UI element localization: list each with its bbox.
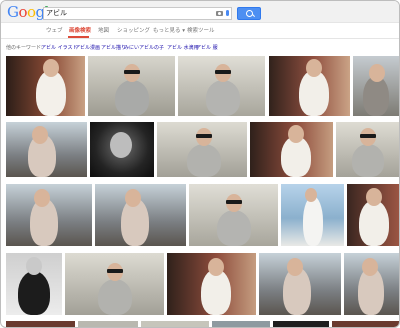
person-shirt bbox=[115, 80, 149, 116]
related-link[interactable]: アビル描り bbox=[101, 43, 126, 53]
person-shirt bbox=[352, 144, 384, 177]
logo-letter: o bbox=[27, 3, 36, 21]
related-link[interactable]: アビル イラスト bbox=[41, 43, 78, 53]
sunglasses bbox=[215, 70, 231, 74]
person-shirt bbox=[359, 200, 389, 246]
logo-letter: G bbox=[7, 3, 19, 21]
person-face bbox=[32, 126, 48, 144]
search-tabs: ウェブ 画像検索 地図 ショッピング もっと見る ▾ 検索ツール bbox=[1, 24, 399, 39]
browser-window: Google ウェブ 画像検索 地図 ショッピング もっと見る ▾ 検索ツール … bbox=[0, 0, 400, 328]
image-thumbnail[interactable] bbox=[259, 253, 341, 315]
mic-icon[interactable] bbox=[226, 10, 229, 16]
related-link[interactable]: みにいアビルの子 bbox=[124, 43, 164, 53]
person-face bbox=[208, 258, 224, 276]
sunglasses bbox=[226, 200, 242, 204]
sunglasses bbox=[124, 70, 140, 74]
person-face bbox=[34, 189, 50, 207]
person-shirt bbox=[206, 80, 240, 116]
tab-search-tools[interactable]: 検索ツール bbox=[187, 27, 215, 35]
related-link[interactable]: アビル 水滴用 bbox=[167, 43, 199, 53]
person-face bbox=[110, 132, 132, 158]
logo-letter: o bbox=[18, 3, 28, 21]
related-searches: 他のキーワード: アビル イラスト アビル漫画 アビル描り みにいアビルの子 ア… bbox=[1, 42, 399, 54]
sunglasses bbox=[360, 134, 376, 138]
related-label: 他のキーワード: bbox=[6, 45, 43, 51]
image-thumbnail[interactable] bbox=[167, 253, 256, 315]
person-face bbox=[43, 59, 59, 77]
image-thumbnail[interactable] bbox=[332, 321, 399, 327]
image-results-grid bbox=[1, 56, 399, 327]
person-face bbox=[306, 59, 322, 77]
person-shirt bbox=[98, 279, 132, 315]
sunglasses bbox=[196, 134, 212, 138]
search-box[interactable] bbox=[43, 7, 232, 20]
image-thumbnail[interactable] bbox=[189, 184, 278, 246]
image-thumbnail[interactable] bbox=[212, 321, 270, 327]
image-thumbnail[interactable] bbox=[95, 184, 186, 246]
search-input[interactable] bbox=[46, 8, 206, 19]
image-thumbnail[interactable] bbox=[65, 253, 164, 315]
image-thumbnail[interactable] bbox=[250, 122, 333, 177]
person-shirt bbox=[303, 196, 323, 246]
image-thumbnail[interactable] bbox=[178, 56, 265, 116]
search-button[interactable] bbox=[237, 7, 261, 20]
tab-more[interactable]: もっと見る ▾ bbox=[153, 27, 185, 35]
image-thumbnail[interactable] bbox=[273, 321, 329, 327]
image-thumbnail[interactable] bbox=[281, 184, 344, 246]
person-shirt bbox=[363, 76, 389, 116]
related-link[interactable]: アビル 服 bbox=[196, 43, 218, 53]
person-face bbox=[366, 188, 382, 206]
tab-shopping[interactable]: ショッピング bbox=[117, 27, 150, 35]
person-face bbox=[369, 64, 385, 82]
search-header: Google bbox=[1, 1, 399, 23]
image-thumbnail[interactable] bbox=[6, 56, 85, 116]
tab-web[interactable]: ウェブ bbox=[46, 27, 63, 35]
image-thumbnail[interactable] bbox=[347, 184, 399, 246]
related-link[interactable]: アビル漫画 bbox=[75, 43, 100, 53]
person-face bbox=[26, 257, 42, 275]
image-thumbnail[interactable] bbox=[6, 122, 87, 177]
person-face bbox=[362, 258, 378, 276]
person-face bbox=[305, 188, 317, 202]
image-thumbnail[interactable] bbox=[6, 184, 92, 246]
camera-icon[interactable] bbox=[216, 11, 223, 16]
person-shirt bbox=[187, 144, 221, 177]
image-thumbnail[interactable] bbox=[353, 56, 399, 116]
image-thumbnail[interactable] bbox=[78, 321, 138, 327]
image-thumbnail[interactable] bbox=[90, 122, 154, 177]
image-thumbnail[interactable] bbox=[6, 321, 75, 327]
person-face bbox=[287, 258, 303, 276]
image-thumbnail[interactable] bbox=[269, 56, 350, 116]
image-thumbnail[interactable] bbox=[157, 122, 247, 177]
person-shirt bbox=[217, 210, 251, 246]
image-thumbnail[interactable] bbox=[88, 56, 175, 116]
person-face bbox=[125, 189, 141, 207]
image-thumbnail[interactable] bbox=[336, 122, 399, 177]
tab-maps[interactable]: 地図 bbox=[98, 27, 109, 35]
sunglasses bbox=[107, 269, 123, 273]
person-suit bbox=[18, 271, 50, 315]
person-face bbox=[288, 125, 304, 143]
tab-images[interactable]: 画像検索 bbox=[69, 27, 91, 35]
image-thumbnail[interactable] bbox=[6, 253, 62, 315]
image-thumbnail[interactable] bbox=[141, 321, 209, 327]
image-thumbnail[interactable] bbox=[344, 253, 399, 315]
active-tab-indicator bbox=[68, 36, 89, 38]
